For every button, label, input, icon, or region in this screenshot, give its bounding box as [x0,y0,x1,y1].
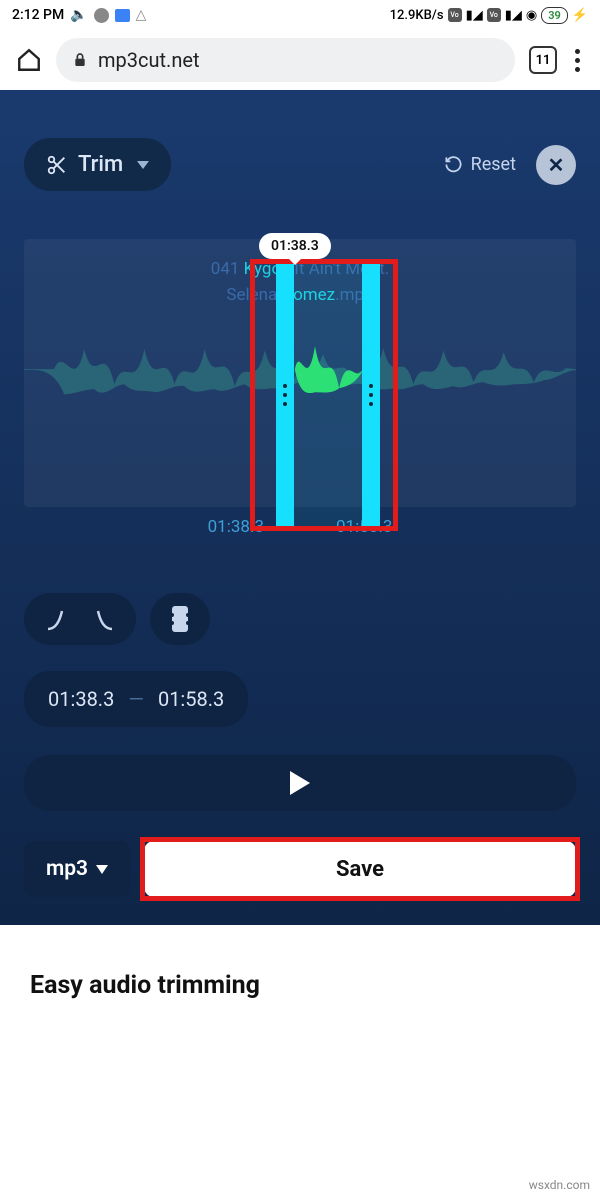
fade-in-icon [46,607,80,631]
wifi-icon: ◉ [526,8,537,23]
save-label: Save [336,857,384,882]
tab-counter[interactable]: 11 [529,46,557,74]
crop-button[interactable] [150,593,210,645]
chat-icon [94,8,109,23]
fade-button[interactable] [24,593,136,645]
lock-icon [72,52,88,68]
files-icon [115,9,130,22]
drive-icon: △ [136,7,147,23]
chevron-down-icon [96,865,108,874]
fade-out-icon [80,607,114,631]
play-icon [290,771,310,795]
reset-label: Reset [471,154,516,175]
signal-icon-1: ▮◢ [466,8,483,23]
url-text: mp3cut.net [98,48,200,72]
footer-heading: Easy audio trimming [30,971,570,1000]
scissors-icon [46,154,68,176]
format-select[interactable]: mp3 [24,841,130,897]
status-bar: 2:12 PM 🔈 △ 12.9KB/s Vo ▮◢ Vo ▮◢ ◉ 39 ⚡ [0,0,600,30]
status-time: 2:12 PM [12,7,64,23]
trim-handle-start[interactable] [276,263,294,527]
time-label-start: 01:38.3 [208,517,264,537]
watermark: wsxdn.com [529,1178,590,1192]
trim-handle-end[interactable] [362,263,380,527]
chevron-down-icon [137,161,149,169]
footer-section: Easy audio trimming [0,925,600,1020]
time-range-input[interactable]: 01:38.3 — 01:58.3 [24,671,248,727]
home-icon[interactable] [16,47,42,73]
range-end: 01:58.3 [158,687,224,711]
crop-icon [172,606,188,632]
reset-button[interactable]: Reset [444,154,516,175]
format-label: mp3 [46,857,88,881]
volte-icon-1: Vo [448,8,462,22]
range-start: 01:38.3 [48,687,114,711]
undo-icon [444,155,463,174]
volte-icon-2: Vo [487,8,501,22]
waveform-editor: 01:38.3 041 Kygo - It Ain't Me ft. Selen… [24,239,576,537]
time-tooltip: 01:38.3 [259,233,331,259]
url-bar[interactable]: mp3cut.net [56,38,515,82]
play-button[interactable] [24,755,576,811]
close-button[interactable]: ✕ [536,145,576,185]
app-content: Trim Reset ✕ 01:38.3 041 Kygo - It Ain't… [0,90,600,925]
menu-icon[interactable] [571,45,584,76]
network-speed: 12.9KB/s [390,8,444,23]
battery-indicator: 39 [541,7,568,24]
range-separator: — [128,687,144,711]
close-icon: ✕ [548,153,565,177]
browser-chrome: mp3cut.net 11 [0,30,600,90]
selection-region [294,263,362,527]
charging-icon: ⚡ [572,8,588,23]
trim-button[interactable]: Trim [24,138,171,191]
volume-icon: 🔈 [70,7,87,23]
trim-label: Trim [78,152,123,177]
signal-icon-2: ▮◢ [505,8,522,23]
save-button[interactable]: Save [144,841,576,897]
